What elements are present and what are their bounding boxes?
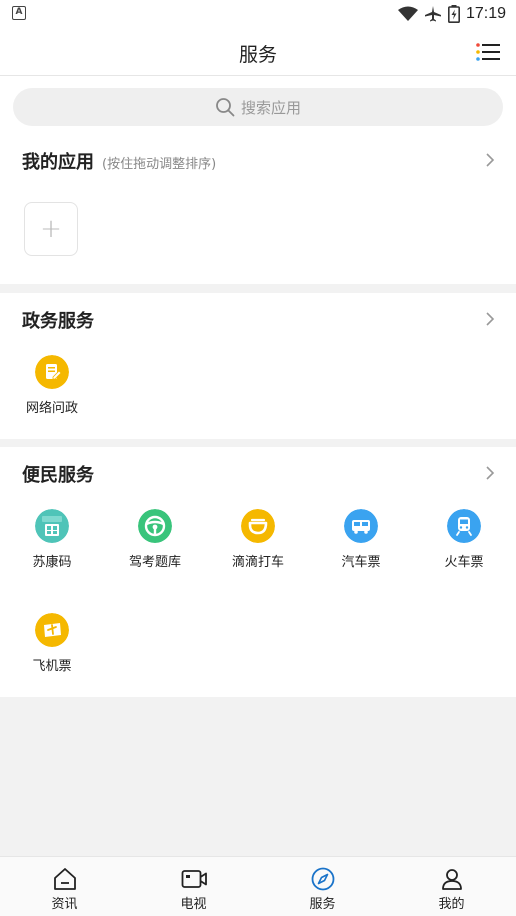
search-input[interactable]: 搜索应用: [13, 88, 503, 126]
my-apps-title-text: 我的应用: [22, 152, 94, 173]
tab-wode[interactable]: 我的: [387, 857, 516, 916]
bottom-tab-bar: 资讯 电视 服务 我的: [0, 856, 516, 916]
battery-icon: [447, 5, 460, 23]
train-icon: [447, 509, 481, 543]
app-label: 火车票: [444, 555, 484, 570]
chevron-right-icon[interactable]: [484, 311, 496, 327]
tab-label: 我的: [438, 897, 465, 912]
tab-fuwu[interactable]: 服务: [258, 857, 387, 916]
tab-label: 电视: [180, 897, 207, 912]
page-title: 服务: [238, 44, 277, 66]
my-apps-section: 我的应用 (按住拖动调整排序) +: [0, 134, 516, 284]
steering-wheel-icon: [138, 509, 172, 543]
qr-health-icon: [35, 509, 69, 543]
search-icon: [216, 98, 235, 117]
app-didi[interactable]: 滴滴打车: [206, 509, 310, 570]
chevron-right-icon[interactable]: [484, 152, 496, 168]
compass-icon: [311, 867, 334, 891]
tab-dianshi[interactable]: 电视: [129, 857, 258, 916]
app-huochepiao[interactable]: 火车票: [412, 509, 516, 570]
app-label: 滴滴打车: [231, 555, 284, 570]
notification-icon: A: [12, 6, 26, 20]
app-feijipiao[interactable]: 飞机票: [0, 613, 104, 674]
document-icon: [35, 355, 69, 389]
app-label: 汽车票: [341, 555, 381, 570]
app-label: 苏康码: [32, 555, 72, 570]
bus-icon: [344, 509, 378, 543]
status-time: 17:19: [465, 5, 506, 22]
app-label: 飞机票: [32, 659, 72, 674]
app-label: 网络问政: [25, 401, 78, 416]
airplane-icon: [424, 6, 441, 22]
video-icon: [181, 870, 207, 888]
app-label: 驾考题库: [128, 555, 181, 570]
search-area: 搜索应用: [0, 76, 516, 134]
tab-label: 服务: [309, 897, 336, 912]
search-placeholder: 搜索应用: [240, 98, 301, 117]
app-sukangma[interactable]: 苏康码: [0, 509, 104, 570]
app-qichepiao[interactable]: 汽车票: [309, 509, 413, 570]
life-services-section: 便民服务 苏康码 驾考题库 滴滴打车 汽车票 火车票 飞机票: [0, 447, 516, 697]
my-apps-hint: (按住拖动调整排序): [102, 157, 217, 172]
status-bar: A 17:19: [0, 0, 516, 28]
gov-services-title: 政务服务: [22, 311, 94, 332]
user-icon: [441, 869, 462, 890]
life-services-title: 便民服务: [22, 465, 94, 486]
list-icon[interactable]: [476, 43, 500, 61]
wifi-icon: [397, 6, 418, 21]
status-icons: 17:19: [397, 3, 506, 25]
ticket-icon: [35, 613, 69, 647]
didi-icon: [241, 509, 275, 543]
plus-icon: +: [40, 214, 62, 244]
tab-zixun[interactable]: 资讯: [0, 857, 129, 916]
app-jiakaotiku[interactable]: 驾考题库: [103, 509, 207, 570]
my-apps-title: 我的应用 (按住拖动调整排序): [22, 148, 216, 174]
chevron-right-icon[interactable]: [484, 465, 496, 481]
home-icon: [53, 868, 76, 890]
tab-label: 资讯: [51, 897, 78, 912]
gov-services-section: 政务服务 网络问政: [0, 293, 516, 439]
app-wangluowenzheng[interactable]: 网络问政: [0, 355, 104, 416]
header: 服务: [0, 28, 516, 76]
add-app-button[interactable]: +: [24, 202, 78, 256]
